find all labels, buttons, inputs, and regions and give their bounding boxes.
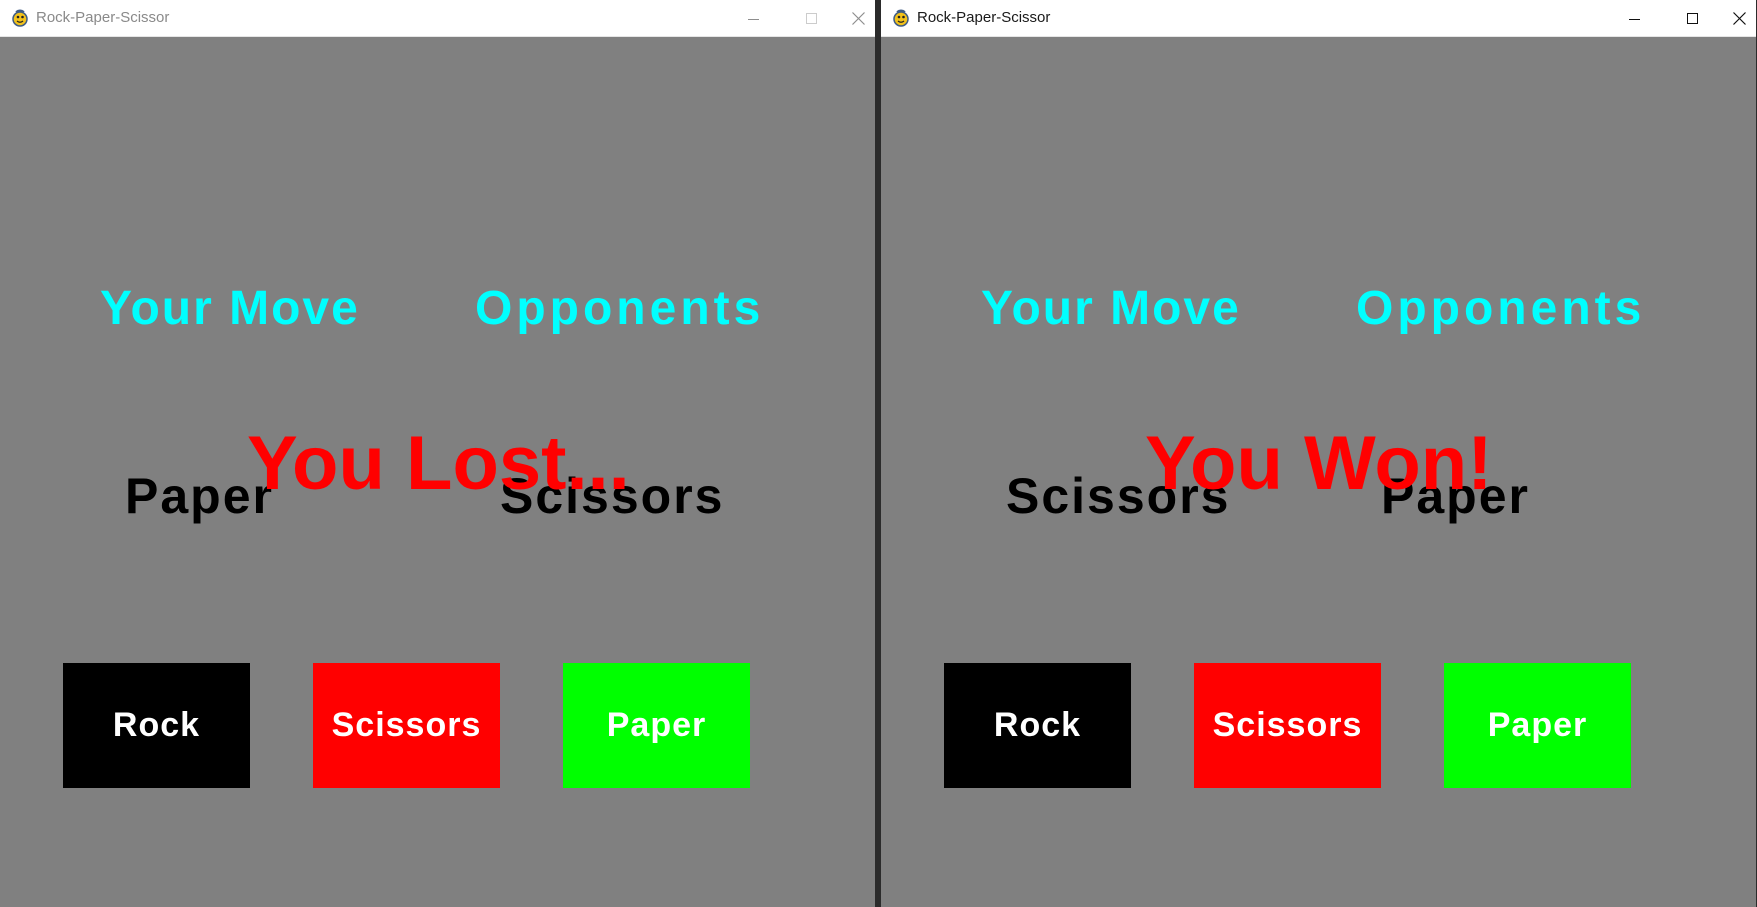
minimize-button[interactable] bbox=[731, 0, 777, 37]
close-icon bbox=[851, 12, 865, 25]
your-move-heading: Your Move bbox=[981, 282, 1241, 335]
result-text: You Won! bbox=[1145, 421, 1493, 506]
paper-button[interactable]: Paper bbox=[1444, 663, 1631, 788]
your-move-heading: Your Move bbox=[100, 282, 360, 335]
rock-button-label: Rock bbox=[112, 706, 201, 744]
minimize-icon bbox=[1629, 18, 1640, 20]
minimize-icon bbox=[748, 18, 759, 20]
game-window-left: Rock-Paper-Scissor Your Move Opponents P… bbox=[0, 0, 875, 907]
paper-button-label: Paper bbox=[606, 706, 707, 744]
title-bar[interactable]: Rock-Paper-Scissor bbox=[881, 0, 1756, 37]
window-title: Rock-Paper-Scissor bbox=[36, 9, 170, 26]
pygame-snake-icon bbox=[12, 9, 28, 27]
close-button[interactable] bbox=[835, 0, 875, 37]
paper-button[interactable]: Paper bbox=[563, 663, 750, 788]
window-title: Rock-Paper-Scissor bbox=[917, 9, 1051, 26]
maximize-button[interactable] bbox=[789, 0, 835, 37]
scissors-button[interactable]: Scissors bbox=[313, 663, 500, 788]
close-icon bbox=[1732, 12, 1746, 25]
game-canvas: Your Move Opponents Scissors Paper You W… bbox=[881, 37, 1756, 907]
minimize-button[interactable] bbox=[1612, 0, 1658, 37]
game-window-right: Rock-Paper-Scissor Your Move Opponents S… bbox=[881, 0, 1756, 907]
scissors-button[interactable]: Scissors bbox=[1194, 663, 1381, 788]
close-button[interactable] bbox=[1716, 0, 1756, 37]
maximize-icon bbox=[806, 12, 817, 24]
result-text: You Lost... bbox=[247, 421, 630, 506]
desktop: Rock-Paper-Scissor Your Move Opponents P… bbox=[0, 0, 1757, 907]
maximize-icon bbox=[1687, 12, 1698, 24]
title-bar[interactable]: Rock-Paper-Scissor bbox=[0, 0, 875, 37]
pygame-snake-icon bbox=[893, 9, 909, 27]
scissors-button-label: Scissors bbox=[1212, 706, 1363, 744]
rock-button[interactable]: Rock bbox=[944, 663, 1131, 788]
paper-button-label: Paper bbox=[1487, 706, 1588, 744]
scissors-button-label: Scissors bbox=[331, 706, 482, 744]
rock-button[interactable]: Rock bbox=[63, 663, 250, 788]
opponents-heading: Opponents bbox=[475, 282, 765, 335]
rock-button-label: Rock bbox=[993, 706, 1082, 744]
game-canvas: Your Move Opponents Paper Scissors You L… bbox=[0, 37, 875, 907]
opponents-heading: Opponents bbox=[1356, 282, 1646, 335]
maximize-button[interactable] bbox=[1670, 0, 1716, 37]
